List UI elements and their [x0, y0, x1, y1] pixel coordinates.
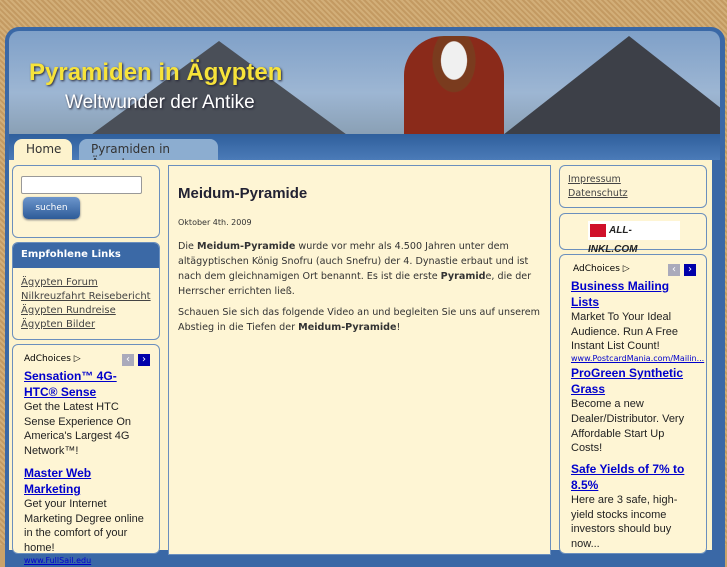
ad-title[interactable]: ProGreen Synthetic Grass [571, 365, 695, 397]
link-nilkreuzfahrt[interactable]: Nilkreuzfahrt Reisebericht [21, 290, 151, 304]
legal-links-box: Impressum Datenschutz [559, 165, 707, 208]
adchoices-label: AdChoices [573, 264, 620, 274]
pyramid-image [69, 41, 369, 134]
ad-title[interactable]: Sensation™ 4G-HTC® Sense [24, 368, 148, 400]
ad-description: Become a new Dealer/Distributor. Very Af… [571, 398, 685, 455]
ad-description: Get your Internet Marketing Degree onlin… [24, 497, 144, 554]
adchoices[interactable]: AdChoices ▷ ‹ › [571, 264, 696, 278]
bold-text: Meidum-Pyramide [298, 322, 397, 333]
ad-url[interactable]: www.FullSail.edu [24, 556, 148, 565]
header-figure-image [404, 36, 504, 134]
tab-pyramiden[interactable]: Pyramiden in Ägypten [79, 139, 218, 170]
search-box: suchen [12, 165, 160, 238]
post-title[interactable]: Meidum-Pyramide [178, 185, 541, 202]
link-datenschutz[interactable]: Datenschutz [568, 187, 698, 201]
prev-arrow-icon[interactable]: ‹ [668, 264, 680, 276]
ad-title[interactable]: Master Web Marketing [24, 465, 148, 497]
next-arrow-icon[interactable]: › [684, 264, 696, 276]
link-rundreise[interactable]: Ägypten Rundreise [21, 304, 151, 318]
links-box: Empfohlene Links Ägypten Forum Nilkreuzf… [12, 242, 160, 340]
ad-description: Get the Latest HTC Sense Experience On A… [24, 401, 132, 458]
right-border [712, 160, 720, 550]
sponsor-box: ALL-INKL.COM [559, 213, 707, 255]
bold-text: Pyramid [440, 271, 486, 282]
post-paragraph: Schauen Sie sich das folgende Video an u… [178, 305, 541, 335]
link-forum[interactable]: Ägypten Forum [21, 276, 151, 290]
search-button[interactable]: suchen [23, 197, 80, 219]
ad-title[interactable]: Business Mailing Lists [571, 278, 695, 310]
site-title[interactable]: Pyramiden in Ägypten [29, 59, 282, 87]
post-date: Oktober 4th. 2009 [178, 218, 252, 227]
ad-description: Market To Your Ideal Audience. Run A Fre… [571, 311, 679, 353]
link-bilder[interactable]: Ägypten Bilder [21, 318, 151, 332]
post-paragraph: Die Meidum-Pyramide wurde vor mehr als 4… [178, 239, 541, 299]
all-inkl-logo[interactable]: ALL-INKL.COM [588, 221, 680, 255]
right-ad-box: AdChoices ▷ ‹ › Business Mailing Lists M… [559, 254, 707, 554]
adchoices[interactable]: AdChoices ▷ ‹ › [24, 354, 150, 368]
logo-icon [590, 223, 606, 237]
adchoices-icon: ▷ [73, 354, 81, 364]
adchoices-label: AdChoices [24, 354, 71, 364]
adchoices-icon: ▷ [622, 264, 630, 274]
next-arrow-icon[interactable]: › [138, 354, 150, 366]
header-banner: Pyramiden in Ägypten Weltwunder der Anti… [9, 31, 720, 134]
links-box-title: Empfohlene Links [13, 243, 159, 268]
text: Die [178, 241, 198, 252]
nav-bar: Home Pyramiden in Ägypten [9, 134, 720, 170]
tab-home[interactable]: Home [14, 139, 72, 160]
bold-text: Meidum-Pyramide [197, 241, 296, 252]
ad-description: Here are 3 safe, high-yield stocks incom… [571, 493, 678, 551]
text: ! [396, 322, 401, 333]
link-impressum[interactable]: Impressum [568, 173, 698, 187]
prev-arrow-icon[interactable]: ‹ [122, 354, 134, 366]
ad-title[interactable]: Safe Yields of 7% to 8.5% [571, 461, 695, 493]
left-ad-box: AdChoices ▷ ‹ › Sensation™ 4G-HTC® Sense… [12, 344, 160, 565]
ad-url[interactable]: www.PostcardMania.com/Mailin... [571, 354, 704, 363]
search-input[interactable] [21, 176, 142, 194]
pyramid-image [489, 36, 720, 134]
post: Meidum-Pyramide Oktober 4th. 2009 Die Me… [168, 165, 551, 555]
site-subtitle: Weltwunder der Antike [65, 92, 255, 113]
